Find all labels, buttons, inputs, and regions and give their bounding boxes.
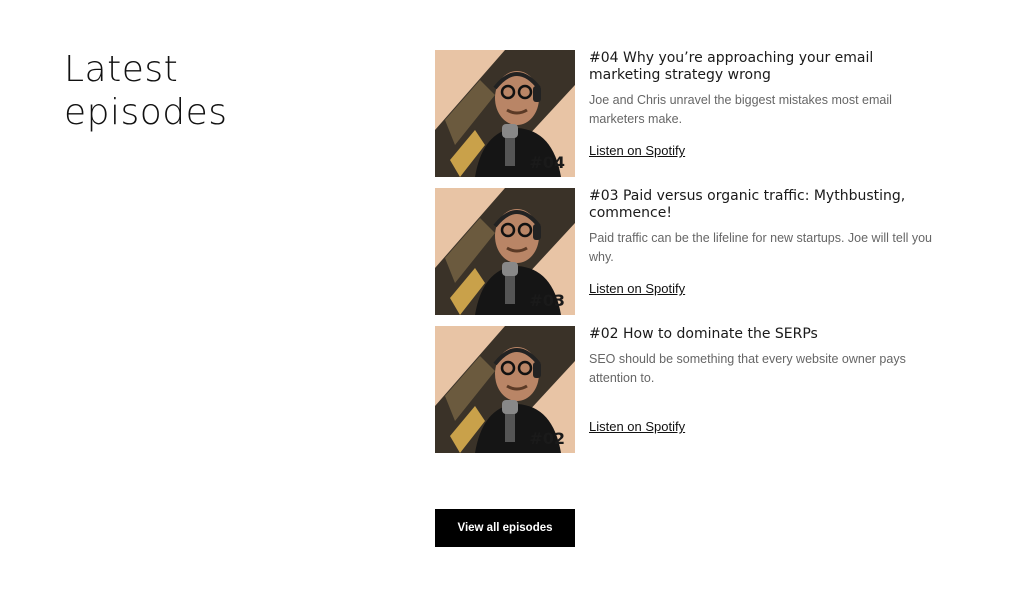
episode-number-badge: #04 xyxy=(529,153,565,172)
episode-title[interactable]: #02 How to dominate the SERPs xyxy=(589,326,949,343)
listen-on-spotify-link[interactable]: Listen on Spotify xyxy=(589,419,685,434)
episode-description: Joe and Chris unravel the biggest mistak… xyxy=(589,93,892,126)
episode-description: SEO should be something that every websi… xyxy=(589,352,906,385)
listen-on-spotify-link[interactable]: Listen on Spotify xyxy=(589,143,685,158)
episode-description: Paid traffic can be the lifeline for new… xyxy=(589,231,932,264)
episode-thumbnail[interactable]: #04 xyxy=(435,50,575,177)
section-title-line2: episodes xyxy=(64,92,228,133)
episode-number-badge: #02 xyxy=(529,429,565,448)
episode-number-badge: #03 xyxy=(529,291,565,310)
listen-on-spotify-link[interactable]: Listen on Spotify xyxy=(589,281,685,296)
episode-card: #02 #02 How to dominate the SERPs SEO sh… xyxy=(435,326,965,453)
section-title: Latest episodes xyxy=(64,48,228,134)
episode-card: #03 #03 Paid versus organic traffic: Myt… xyxy=(435,188,965,315)
episode-title[interactable]: #03 Paid versus organic traffic: Mythbus… xyxy=(589,188,949,222)
episode-title[interactable]: #04 Why you’re approaching your email ma… xyxy=(589,50,949,84)
episode-list: #04 #04 Why you’re approaching your emai… xyxy=(435,50,965,464)
episode-thumbnail[interactable]: #02 xyxy=(435,326,575,453)
episode-card: #04 #04 Why you’re approaching your emai… xyxy=(435,50,965,177)
episode-thumbnail[interactable]: #03 xyxy=(435,188,575,315)
section-title-line1: Latest xyxy=(64,49,179,90)
view-all-episodes-button[interactable]: View all episodes xyxy=(435,509,575,547)
